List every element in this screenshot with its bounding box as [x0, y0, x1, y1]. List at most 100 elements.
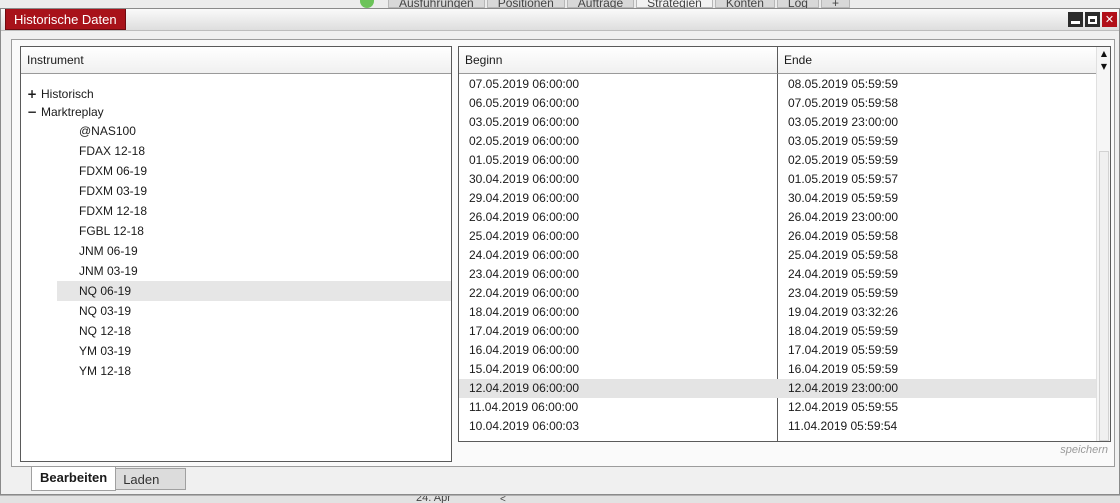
bg-tab-strategien[interactable]: Strategien — [636, 0, 713, 8]
tree-item-instrument[interactable]: FDAX 12-18 — [21, 141, 451, 161]
scroll-thumb[interactable] — [1099, 151, 1109, 441]
background-tab-strip: Ausführungen Positionen Aufträge Strateg… — [360, 0, 852, 8]
tree-item-label: @NAS100 — [79, 124, 136, 138]
tree-item-label: NQ 06-19 — [79, 284, 132, 298]
tree-item-instrument[interactable]: YM 12-18 — [21, 361, 451, 381]
close-button[interactable]: ✕ — [1102, 12, 1117, 27]
table-row[interactable]: 18.04.2019 06:00:00 19.04.2019 03:32:26 — [459, 303, 1096, 322]
table-row[interactable]: 15.04.2019 06:00:00 16.04.2019 05:59:59 — [459, 360, 1096, 379]
vertical-scrollbar[interactable]: ▲ ▼ — [1096, 47, 1110, 441]
tree-item-label: JNM 06-19 — [79, 244, 138, 258]
cell-beginn: 30.04.2019 06:00:00 — [469, 172, 580, 186]
table-row[interactable]: 06.05.2019 06:00:00 07.05.2019 05:59:58 — [459, 94, 1096, 113]
bg-tab-log[interactable]: Log — [776, 0, 819, 8]
table-row[interactable]: 01.05.2019 06:00:00 02.05.2019 05:59:59 — [459, 151, 1096, 170]
table-row[interactable]: 23.04.2019 06:00:00 24.04.2019 05:59:59 — [459, 265, 1096, 284]
window-controls: ✕ — [1068, 12, 1117, 27]
scroll-up-icon[interactable]: ▲ — [1097, 48, 1110, 60]
table-row[interactable]: 25.04.2019 06:00:00 26.04.2019 05:59:58 — [459, 227, 1096, 246]
table-row[interactable]: 03.05.2019 06:00:00 03.05.2019 23:00:00 — [459, 113, 1096, 132]
tree-item-instrument[interactable]: NQ 12-18 — [21, 321, 451, 341]
table-row[interactable]: 26.04.2019 06:00:00 26.04.2019 23:00:00 — [459, 208, 1096, 227]
tree-item-instrument[interactable]: FDXM 03-19 — [21, 181, 451, 201]
bg-tab-konten[interactable]: Konten — [714, 0, 775, 8]
cell-ende: 12.04.2019 05:59:55 — [788, 400, 899, 414]
close-icon: ✕ — [1104, 13, 1115, 26]
tree-node-label: Marktreplay — [41, 105, 104, 119]
window-titlebar[interactable]: Historische Daten ✕ — [1, 9, 1119, 31]
bg-tab-ausfuehrungen[interactable]: Ausführungen — [388, 0, 485, 8]
table-row[interactable]: 02.05.2019 06:00:00 03.05.2019 05:59:59 — [459, 132, 1096, 151]
tree-item-label: YM 12-18 — [79, 364, 132, 378]
column-header-beginn[interactable]: Beginn — [459, 47, 778, 74]
tree-item-label: FDXM 12-18 — [79, 204, 148, 218]
tree-item-instrument[interactable]: FGBL 12-18 — [21, 221, 451, 241]
tree-item-label: NQ 03-19 — [79, 304, 132, 318]
bg-tab-positionen[interactable]: Positionen — [486, 0, 565, 8]
tree-item-instrument[interactable]: NQ 03-19 — [21, 301, 451, 321]
tab-laden[interactable]: Laden — [116, 468, 187, 490]
tree-item-instrument[interactable]: NQ 06-19 — [57, 281, 451, 301]
cell-ende: 24.04.2019 05:59:59 — [788, 267, 899, 281]
table-row[interactable]: 07.05.2019 06:00:00 08.05.2019 05:59:59 — [459, 75, 1096, 94]
instrument-column-header[interactable]: Instrument — [21, 47, 451, 74]
cell-ende: 03.05.2019 05:59:59 — [788, 134, 899, 148]
cell-beginn: 12.04.2019 06:00:00 — [469, 381, 580, 395]
tree-item-instrument[interactable]: JNM 03-19 — [21, 261, 451, 281]
cell-beginn: 07.05.2019 06:00:00 — [469, 77, 580, 91]
cell-beginn: 11.04.2019 06:00:00 — [469, 400, 579, 414]
cell-ende: 11.04.2019 05:59:54 — [788, 419, 898, 433]
save-link[interactable]: speichern — [1060, 444, 1108, 456]
cell-beginn: 16.04.2019 06:00:00 — [469, 343, 580, 357]
tree-item-instrument[interactable]: @NAS100 — [21, 121, 451, 141]
tree-item-label: FGBL 12-18 — [79, 224, 144, 238]
cell-beginn: 17.04.2019 06:00:00 — [469, 324, 580, 338]
cell-beginn: 29.04.2019 06:00:00 — [469, 191, 580, 205]
background-arrow-icon[interactable]: < — [500, 496, 506, 503]
background-bottom-strip: 24. Apr < — [0, 495, 1120, 503]
table-row[interactable]: 29.04.2019 06:00:00 30.04.2019 05:59:59 — [459, 189, 1096, 208]
cell-ende: 23.04.2019 05:59:59 — [788, 286, 899, 300]
tree-item-instrument[interactable]: FDXM 12-18 — [21, 201, 451, 221]
data-table: Beginn Ende 07.05.2019 06:00:00 08.05.201… — [458, 46, 1111, 442]
expand-icon[interactable]: + — [27, 85, 37, 103]
column-header-ende[interactable]: Ende — [778, 47, 1096, 74]
cell-ende: 26.04.2019 23:00:00 — [788, 210, 899, 224]
maximize-icon — [1088, 15, 1097, 24]
tree-item-instrument[interactable]: JNM 06-19 — [21, 241, 451, 261]
tree-node-historisch[interactable]: + Historisch — [21, 85, 451, 103]
tree-item-label: FDXM 06-19 — [79, 164, 148, 178]
tree-node-label: Historisch — [41, 87, 94, 101]
tree-item-label: NQ 12-18 — [79, 324, 132, 338]
maximize-button[interactable] — [1085, 12, 1100, 27]
cell-beginn: 25.04.2019 06:00:00 — [469, 229, 580, 243]
collapse-icon[interactable]: − — [27, 103, 37, 121]
table-row[interactable]: 17.04.2019 06:00:00 18.04.2019 05:59:59 — [459, 322, 1096, 341]
table-row[interactable]: 10.04.2019 06:00:03 11.04.2019 05:59:54 — [459, 417, 1096, 436]
bg-tab-auftraege[interactable]: Aufträge — [566, 0, 635, 8]
cell-ende: 08.05.2019 05:59:59 — [788, 77, 899, 91]
bottom-tab-bar: Bearbeiten Laden — [31, 467, 187, 491]
minimize-button[interactable] — [1068, 12, 1083, 27]
tree-item-label: YM 03-19 — [79, 344, 132, 358]
tab-bearbeiten[interactable]: Bearbeiten — [31, 467, 117, 491]
minimize-icon — [1071, 21, 1080, 24]
cell-beginn: 22.04.2019 06:00:00 — [469, 286, 580, 300]
tree-item-instrument[interactable]: FDXM 06-19 — [21, 161, 451, 181]
table-row[interactable]: 12.04.2019 06:00:00 12.04.2019 23:00:00 — [459, 379, 1096, 398]
instrument-panel: Instrument + Historisch − Marktreplay @N… — [20, 46, 452, 462]
table-row[interactable]: 16.04.2019 06:00:00 17.04.2019 05:59:59 — [459, 341, 1096, 360]
cell-beginn: 02.05.2019 06:00:00 — [469, 134, 580, 148]
cell-ende: 02.05.2019 05:59:59 — [788, 153, 899, 167]
cell-beginn: 18.04.2019 06:00:00 — [469, 305, 580, 319]
table-row[interactable]: 30.04.2019 06:00:00 01.05.2019 05:59:57 — [459, 170, 1096, 189]
tree-item-instrument[interactable]: YM 03-19 — [21, 341, 451, 361]
cell-ende: 17.04.2019 05:59:59 — [788, 343, 899, 357]
cell-beginn: 23.04.2019 06:00:00 — [469, 267, 580, 281]
tree-node-marktreplay[interactable]: − Marktreplay — [21, 103, 451, 121]
table-row[interactable]: 11.04.2019 06:00:00 12.04.2019 05:59:55 — [459, 398, 1096, 417]
bg-tab-add[interactable]: + — [820, 0, 850, 8]
table-row[interactable]: 24.04.2019 06:00:00 25.04.2019 05:59:58 — [459, 246, 1096, 265]
table-row[interactable]: 22.04.2019 06:00:00 23.04.2019 05:59:59 — [459, 284, 1096, 303]
scroll-down-icon[interactable]: ▼ — [1097, 61, 1110, 73]
